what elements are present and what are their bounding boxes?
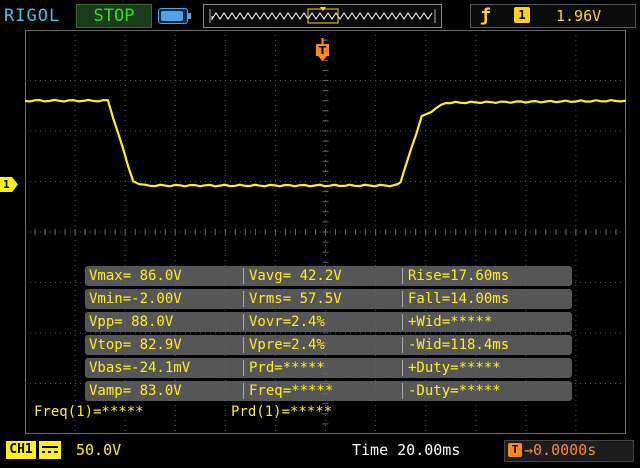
measurement-value: Vbas=-24.1mV: [89, 360, 191, 376]
ch1-waveform-trace: [25, 98, 626, 188]
measurement-value: Rise=17.60ms: [408, 268, 510, 284]
measurement-divider: [243, 268, 244, 284]
measurement-value: Vovr=2.4%: [249, 314, 325, 330]
measurement-divider: [402, 337, 403, 353]
measurement-value: Vpp= 88.0V: [89, 314, 174, 330]
measurement-row: Vmax= 86.0V Vavg= 42.2V Rise=17.60ms: [85, 266, 572, 286]
measurement-value: Fall=14.00ms: [408, 291, 510, 307]
measurement-divider: [243, 291, 244, 307]
measurement-row: Vamp= 83.0V Freq=***** -Duty=*****: [85, 381, 572, 401]
measurement-divider: [402, 268, 403, 284]
memory-waveform-icon: [209, 7, 436, 24]
measurement-row: Vtop= 82.9V Vpre=2.4% -Wid=118.4ms: [85, 335, 572, 355]
measurement-value: Vamp= 83.0V: [89, 383, 182, 399]
measurement-value: +Duty=*****: [408, 360, 501, 376]
time-marker-label: T: [319, 44, 327, 57]
measurement-divider: [402, 383, 403, 399]
trigger-offset-icon: T: [508, 443, 522, 457]
measurement-value: Vmin=-2.00V: [89, 291, 182, 307]
ch1-marker-label: 1: [3, 178, 10, 191]
measurement-divider: [402, 291, 403, 307]
measurement-value: Freq=*****: [249, 383, 334, 399]
freq-stat: Freq(1)=*****: [34, 404, 144, 420]
trigger-offset-value: →0.0000s: [524, 441, 597, 459]
timebase-scale[interactable]: Time 20.00ms: [352, 441, 460, 459]
measurement-value: -Duty=*****: [408, 383, 501, 399]
memory-depth-indicator: [203, 4, 442, 28]
measurement-value: Vtop= 82.9V: [89, 337, 182, 353]
measurement-value: +Wid=*****: [408, 314, 493, 330]
measurement-value: Vpre=2.4%: [249, 337, 325, 353]
trigger-level: 1.96V: [556, 7, 602, 25]
period-stat: Prd(1)=*****: [231, 404, 333, 420]
dc-coupling-icon: [39, 441, 61, 459]
time-trigger-marker-icon[interactable]: T: [316, 38, 329, 62]
measurement-divider: [402, 314, 403, 330]
measurement-divider: [243, 360, 244, 376]
measurement-divider: [243, 383, 244, 399]
rising-edge-icon: ƒ: [480, 5, 491, 26]
measurement-row: Vbas=-24.1mV Prd=***** +Duty=*****: [85, 358, 572, 378]
measurement-divider: [402, 360, 403, 376]
measurement-row: Vmin=-2.00V Vrms= 57.5V Fall=14.00ms: [85, 289, 572, 309]
trigger-info-box[interactable]: [470, 4, 636, 28]
measurement-value: Vavg= 42.2V: [249, 268, 342, 284]
run-stop-status[interactable]: STOP: [76, 4, 152, 28]
battery-icon: [158, 8, 191, 24]
ch1-volts-per-div[interactable]: 50.0V: [76, 441, 121, 459]
measurement-value: -Wid=118.4ms: [408, 337, 510, 353]
trigger-source-badge: 1: [514, 7, 530, 23]
ch1-channel-tag[interactable]: CH1: [6, 441, 36, 459]
measurement-value: Vrms= 57.5V: [249, 291, 342, 307]
measurement-divider: [243, 337, 244, 353]
measurement-row: Vpp= 88.0V Vovr=2.4% +Wid=*****: [85, 312, 572, 332]
measurement-divider: [243, 314, 244, 330]
measurement-value: Vmax= 86.0V: [89, 268, 182, 284]
measurement-panel: Vmax= 86.0V Vavg= 42.2V Rise=17.60ms Vmin=-…: [85, 266, 572, 401]
brand-logo: RIGOL: [4, 6, 61, 26]
measurement-value: Prd=*****: [249, 360, 325, 376]
